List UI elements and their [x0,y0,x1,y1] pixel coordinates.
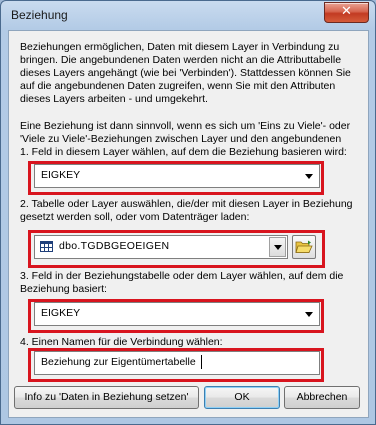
open-folder-icon [295,240,313,253]
dialog-title: Beziehung [11,8,68,22]
relate-field-dropdown[interactable]: EIGKEY [34,302,320,326]
step3-label-line: Beziehung basiert: [20,283,107,295]
step2-label: 2. Tabelle oder Layer auswählen, die/der… [20,198,366,224]
dialog-client-area: Beziehungen ermöglichen, Daten mit diese… [8,30,369,418]
step2-label-line: gesetzt werden soll, oder vom Datenträge… [20,211,250,223]
description-line: auf die angebundenen Daten zugreifen, we… [20,80,336,92]
step3-label: 3. Feld in der Beziehungstabelle oder de… [20,270,366,296]
chevron-down-icon [305,312,313,317]
text-cursor [201,355,202,369]
description-line: bringen. Die angebundenen Daten werden n… [20,54,342,66]
chevron-down-icon [274,245,282,250]
close-icon: ✕ [341,4,352,19]
description-paragraph-1: Beziehungen ermöglichen, Daten mit diese… [20,41,366,106]
description-line: dieses Layers arbeiten - und umgekehrt. [20,93,208,105]
relate-table-dropdown[interactable]: dbo.TGDBGEOEIGEN [34,235,288,259]
cancel-button[interactable]: Abbrechen [284,386,360,409]
step3-label-line: 3. Feld in der Beziehungstabelle oder de… [20,270,344,282]
relate-name-value: Beziehung zur Eigentümertabelle [41,356,196,368]
description-line: dieses Layers angehängt (wie bei 'Verbin… [20,67,351,79]
description-line: 'Viele zu Viele'-Beziehungen zwischen La… [20,133,342,145]
close-button[interactable]: ✕ [324,2,369,23]
description-line: Beziehungen ermöglichen, Daten mit diese… [20,41,340,53]
table-icon [40,241,53,252]
relate-name-input[interactable]: Beziehung zur Eigentümertabelle [34,351,320,375]
description-line: Eine Beziehung ist dann sinnvoll, wenn e… [20,120,351,132]
relate-field-value: EIGKEY [41,307,81,319]
relate-table-value: dbo.TGDBGEOEIGEN [59,240,170,252]
browse-button[interactable] [292,235,316,259]
layer-field-dropdown[interactable]: EIGKEY [34,164,320,188]
description-paragraph-2: Eine Beziehung ist dann sinnvoll, wenn e… [20,120,366,159]
ok-button[interactable]: OK [204,386,280,409]
title-bar[interactable]: Beziehung ✕ [1,1,375,29]
relate-dialog: Beziehung ✕ Beziehungen ermöglichen, Dat… [0,0,376,425]
layer-field-value: EIGKEY [41,169,81,181]
step2-label-line: 2. Tabelle oder Layer auswählen, die/der… [20,198,353,210]
info-button[interactable]: Info zu 'Daten in Beziehung setzen' [14,386,199,409]
dropdown-button[interactable] [269,237,286,257]
step1-label: 1. Feld in diesem Layer wählen, auf dem … [20,146,347,158]
chevron-down-icon [305,174,313,179]
